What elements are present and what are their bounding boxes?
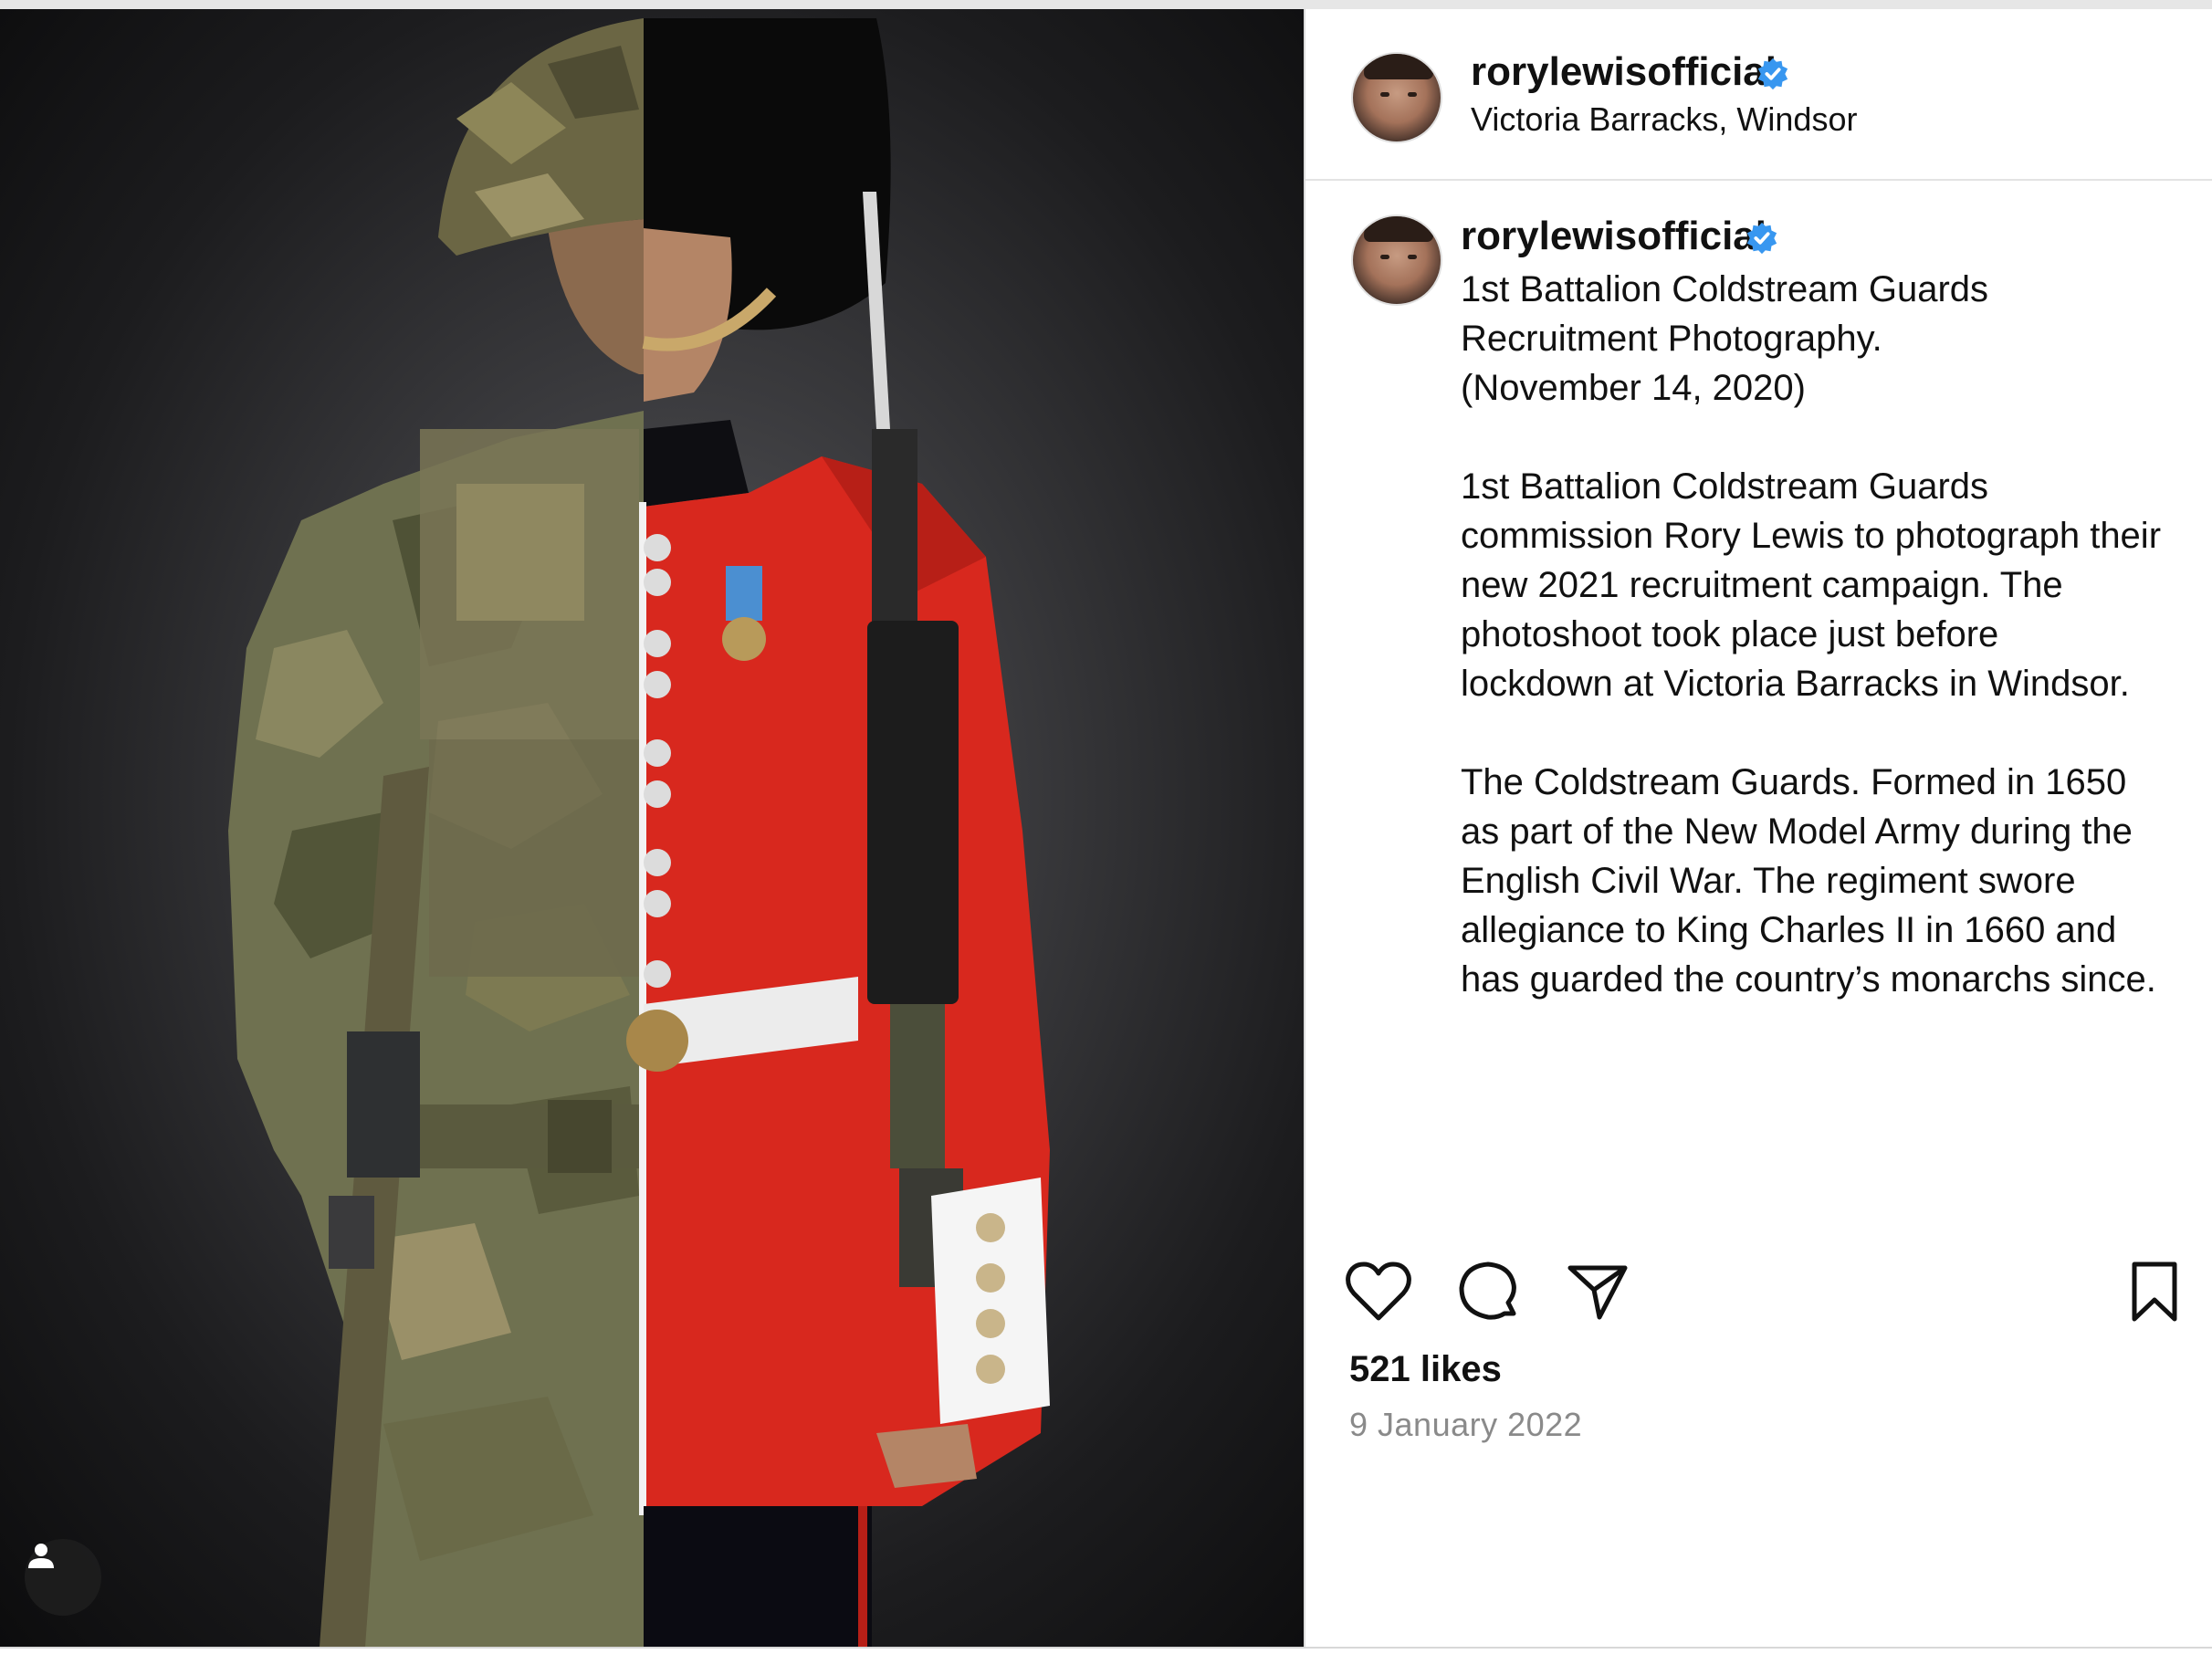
header-username[interactable]: rorylewisofficial <box>1471 49 1777 95</box>
post-date: 9 January 2022 <box>1349 1406 1583 1443</box>
caption-username[interactable]: rorylewisofficial <box>1461 214 1766 259</box>
heart-icon <box>1346 1261 1411 1321</box>
post-header: rorylewisofficial Victoria Barracks, Win… <box>1305 9 2212 181</box>
save-button[interactable] <box>2118 1255 2191 1328</box>
paper-plane-icon <box>1567 1265 1628 1320</box>
user-tag-icon <box>28 1544 54 1568</box>
camo-soldier-half <box>228 18 644 1647</box>
post-details-panel: rorylewisofficial Victoria Barracks, Win… <box>1305 9 2212 1647</box>
comment-bubble-icon <box>1459 1261 1516 1320</box>
guardsman-half <box>626 18 1050 1647</box>
like-button[interactable] <box>1342 1255 1415 1328</box>
bookmark-icon <box>2132 1261 2177 1322</box>
verified-badge-icon <box>1757 58 1788 90</box>
share-button[interactable] <box>1561 1255 1634 1328</box>
post-actions-bar <box>1346 1255 2198 1328</box>
tagged-users-button[interactable] <box>25 1539 101 1616</box>
post-caption: 1st Battalion Coldstream Guards Recruitm… <box>1461 269 2162 1000</box>
window-top-edge <box>0 0 2212 9</box>
window-bottom-edge <box>0 1647 2212 1675</box>
post-photo[interactable] <box>0 9 1304 1647</box>
soldier-split-portrait <box>228 18 1050 1647</box>
caption-author-avatar[interactable] <box>1351 215 1442 306</box>
author-avatar[interactable] <box>1351 52 1442 143</box>
like-count[interactable]: 521 likes <box>1349 1349 1502 1390</box>
comment-button[interactable] <box>1452 1255 1525 1328</box>
verified-badge-icon <box>1746 222 1777 255</box>
post-location[interactable]: Victoria Barracks, Windsor <box>1471 100 1857 139</box>
